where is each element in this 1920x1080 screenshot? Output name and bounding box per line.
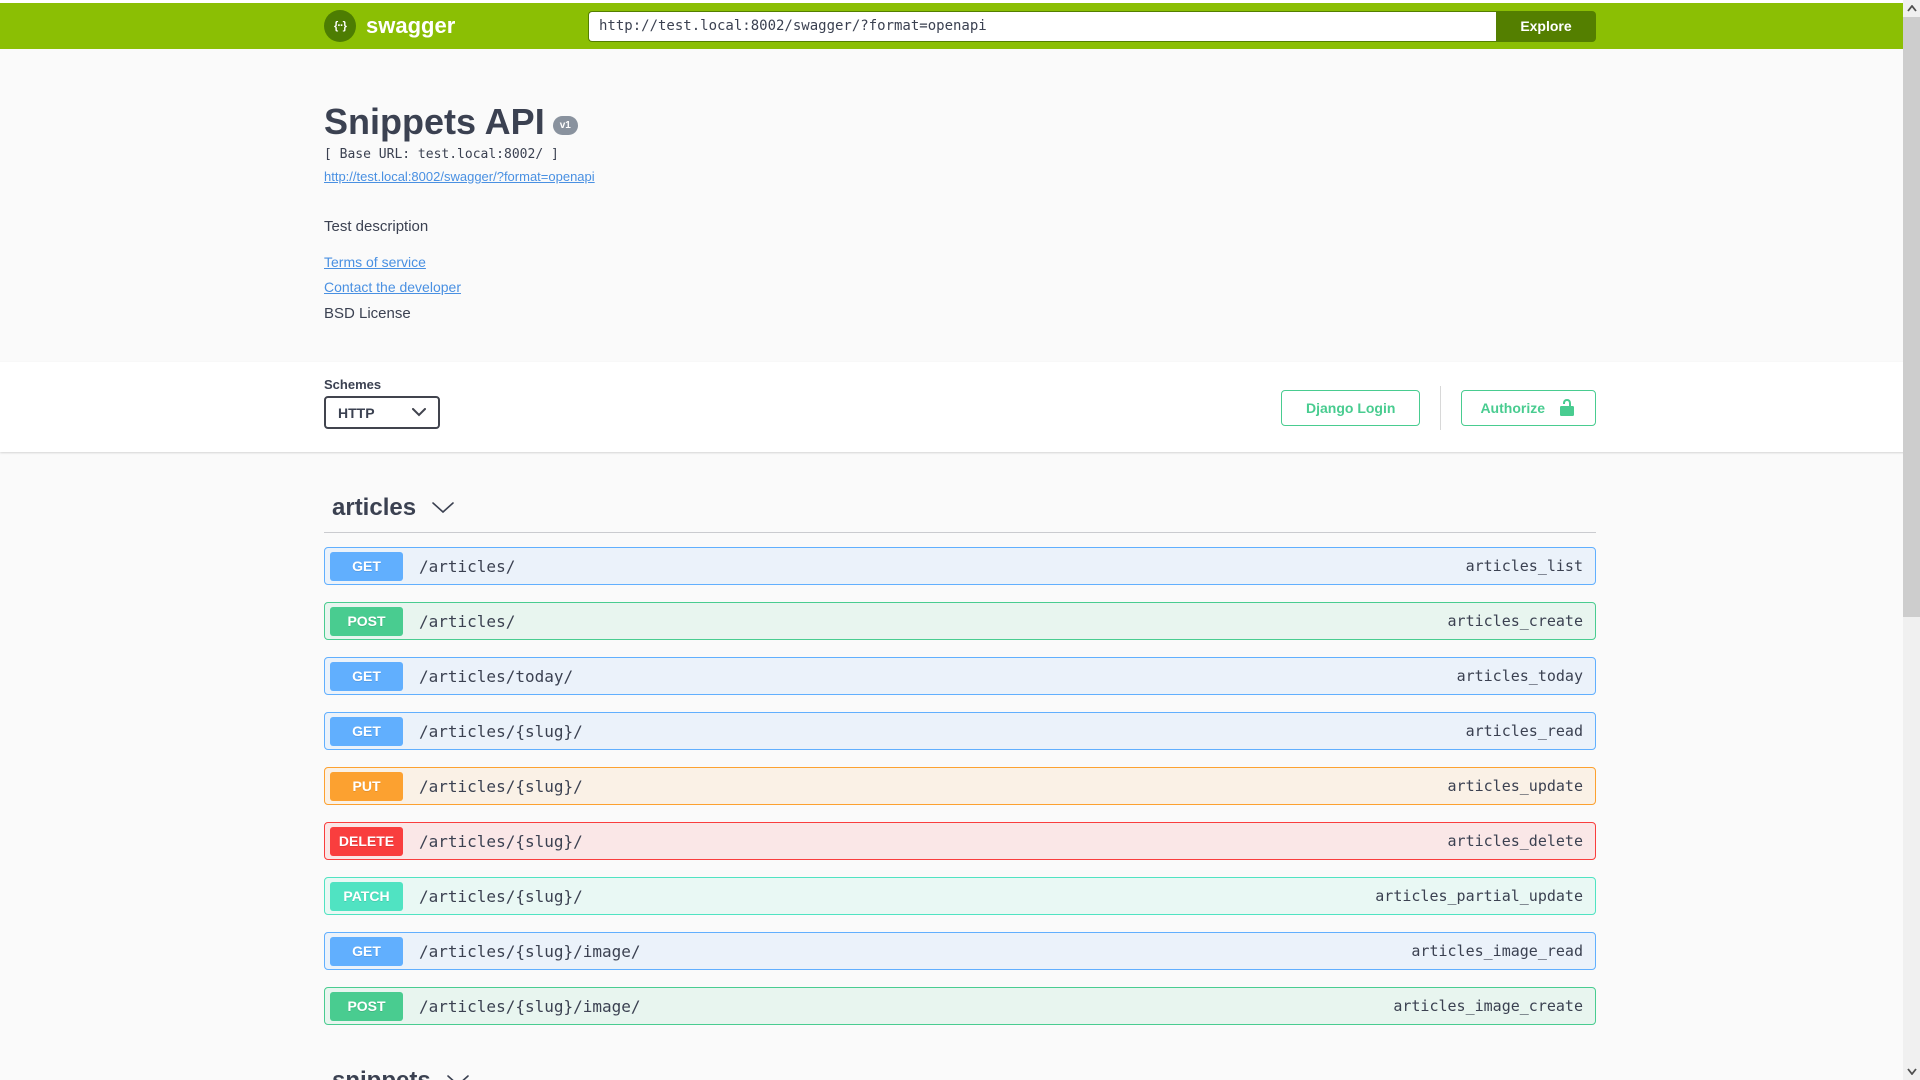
api-sections: articles GET /articles/ articles_list PO… bbox=[324, 494, 1596, 1080]
operation-path: /articles/ bbox=[419, 611, 516, 631]
contact-developer-link[interactable]: Contact the developer bbox=[324, 279, 1596, 295]
version-badge: v1 bbox=[552, 115, 578, 135]
operation-id: articles_today bbox=[1456, 667, 1583, 685]
chevron-down-icon bbox=[412, 408, 426, 417]
license-text: BSD License bbox=[324, 305, 411, 322]
scheme-selected-value: HTTP bbox=[338, 404, 375, 421]
method-badge: DELETE bbox=[330, 826, 403, 856]
scrollbar-up-button[interactable] bbox=[1903, 0, 1920, 17]
section-divider bbox=[324, 532, 1596, 533]
section-name: snippets bbox=[332, 1067, 431, 1080]
method-badge: PATCH bbox=[330, 881, 403, 911]
title-row: Snippets API v1 bbox=[324, 101, 1596, 143]
operation-id: articles_partial_update bbox=[1375, 887, 1583, 905]
section-heading[interactable]: snippets bbox=[324, 1067, 1596, 1080]
method-badge: POST bbox=[330, 606, 403, 636]
swagger-logo-link[interactable]: {··} swagger bbox=[324, 10, 588, 42]
chevron-up-icon bbox=[1906, 5, 1917, 12]
operation-row[interactable]: GET /articles/ articles_list bbox=[324, 547, 1596, 585]
api-info-section: Snippets API v1 [ Base URL: test.local:80… bbox=[324, 49, 1596, 362]
api-tag-section: articles GET /articles/ articles_list PO… bbox=[324, 494, 1596, 1025]
swagger-logo-icon: {··} bbox=[324, 10, 356, 42]
operation-row[interactable]: POST /articles/{slug}/image/ articles_im… bbox=[324, 987, 1596, 1025]
scheme-band: Schemes HTTP Django Login Authorize bbox=[0, 362, 1920, 452]
operation-id: articles_delete bbox=[1447, 832, 1583, 850]
terms-of-service-link[interactable]: Terms of service bbox=[324, 254, 1596, 270]
operation-row[interactable]: PATCH /articles/{slug}/ articles_partial… bbox=[324, 877, 1596, 915]
operation-id: articles_list bbox=[1465, 557, 1583, 575]
operation-list: GET /articles/ articles_list POST /artic… bbox=[324, 547, 1596, 1025]
topbar: {··} swagger Explore bbox=[0, 3, 1920, 49]
explore-form: Explore bbox=[588, 10, 1596, 42]
operation-id: articles_create bbox=[1447, 612, 1583, 630]
swagger-logo-text: swagger bbox=[366, 13, 456, 38]
api-tag-section: snippets GET /snippets/ snippets_list bbox=[324, 1067, 1596, 1080]
method-badge: GET bbox=[330, 936, 403, 966]
operation-row[interactable]: GET /articles/{slug}/image/ articles_ima… bbox=[324, 932, 1596, 970]
base-url: [ Base URL: test.local:8002/ ] bbox=[324, 147, 559, 162]
operation-row[interactable]: PUT /articles/{slug}/ articles_update bbox=[324, 767, 1596, 805]
scrollbar-track[interactable] bbox=[1903, 0, 1920, 1080]
api-description: Test description bbox=[324, 218, 429, 235]
chevron-down-icon bbox=[1906, 1068, 1917, 1075]
method-badge: GET bbox=[330, 716, 403, 746]
section-name: articles bbox=[332, 494, 417, 521]
spec-url-input[interactable] bbox=[588, 10, 1496, 42]
operation-row[interactable]: DELETE /articles/{slug}/ articles_delete bbox=[324, 822, 1596, 860]
method-badge: GET bbox=[330, 551, 403, 581]
operation-row[interactable]: GET /articles/{slug}/ articles_read bbox=[324, 712, 1596, 750]
method-badge: PUT bbox=[330, 771, 403, 801]
operation-path: /articles/{slug}/image/ bbox=[419, 996, 641, 1016]
auth-divider bbox=[1440, 386, 1442, 430]
django-login-button[interactable]: Django Login bbox=[1281, 390, 1421, 426]
scrollbar-down-button[interactable] bbox=[1903, 1063, 1920, 1080]
operation-path: /articles/{slug}/ bbox=[419, 886, 583, 906]
authorize-button-label: Authorize bbox=[1480, 400, 1545, 416]
operation-path: /articles/{slug}/image/ bbox=[419, 941, 641, 961]
section-heading[interactable]: articles bbox=[324, 494, 1596, 522]
chevron-down-icon bbox=[446, 1075, 469, 1080]
schemes-block: Schemes HTTP bbox=[324, 377, 440, 429]
page-title: Snippets API bbox=[324, 101, 545, 142]
operation-row[interactable]: GET /articles/today/ articles_today bbox=[324, 657, 1596, 695]
scrollbar-thumb[interactable] bbox=[1903, 17, 1920, 617]
authorize-button[interactable]: Authorize bbox=[1461, 390, 1596, 426]
chevron-down-icon bbox=[432, 502, 454, 514]
operation-id: articles_image_read bbox=[1411, 942, 1583, 960]
auth-wrapper: Django Login Authorize bbox=[1281, 386, 1596, 430]
operation-id: articles_image_create bbox=[1393, 997, 1583, 1015]
explore-button[interactable]: Explore bbox=[1496, 10, 1596, 42]
operation-path: /articles/ bbox=[419, 556, 516, 576]
operation-id: articles_read bbox=[1465, 722, 1583, 740]
operation-path: /articles/{slug}/ bbox=[419, 831, 583, 851]
operation-path: /articles/{slug}/ bbox=[419, 776, 583, 796]
method-badge: POST bbox=[330, 991, 403, 1021]
operation-row[interactable]: POST /articles/ articles_create bbox=[324, 602, 1596, 640]
operation-path: /articles/{slug}/ bbox=[419, 721, 583, 741]
schemes-label: Schemes bbox=[324, 377, 382, 392]
open-padlock-icon bbox=[1560, 399, 1574, 416]
operation-id: articles_update bbox=[1447, 777, 1583, 795]
scheme-select[interactable]: HTTP bbox=[324, 396, 440, 429]
spec-link[interactable]: http://test.local:8002/swagger/?format=o… bbox=[324, 169, 595, 184]
operation-path: /articles/today/ bbox=[419, 666, 574, 686]
method-badge: GET bbox=[330, 661, 403, 691]
